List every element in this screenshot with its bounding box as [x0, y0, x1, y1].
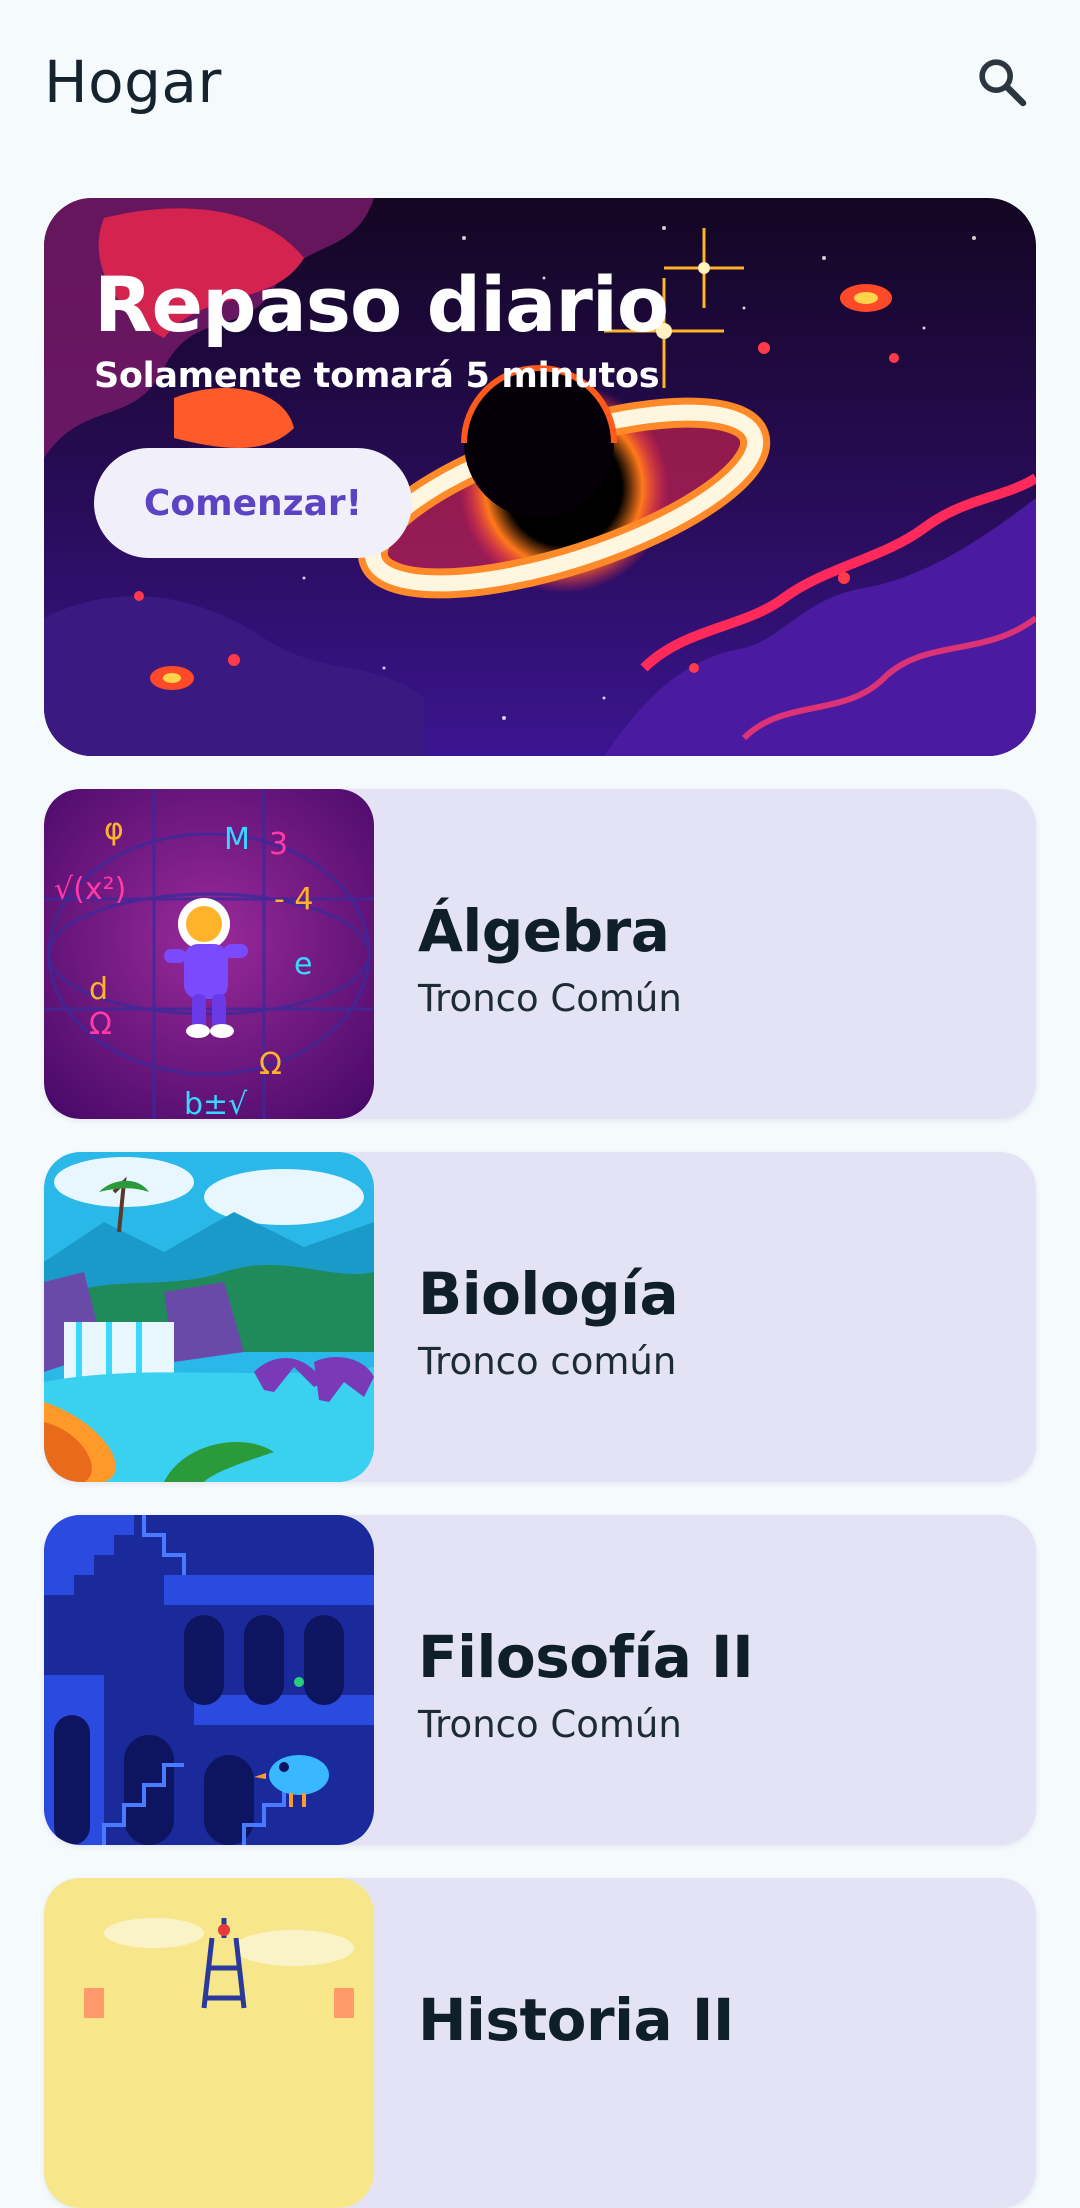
- search-icon: [979, 59, 1027, 107]
- svg-text:Ω: Ω: [259, 1047, 282, 1082]
- course-card-algebra[interactable]: φ √(x²) - 4 e Ω Ω b±√ M 3 d Álgebra Tronco Co…: [44, 789, 1036, 1119]
- course-title: Biología: [418, 1260, 679, 1328]
- course-title: Álgebra: [418, 897, 670, 965]
- course-card-biologia[interactable]: Biología Tronco común: [44, 1152, 1036, 1482]
- svg-text:M: M: [224, 822, 250, 857]
- svg-text:3: 3: [269, 827, 288, 862]
- svg-text:- 4: - 4: [274, 882, 313, 917]
- svg-text:Ω: Ω: [89, 1007, 112, 1042]
- course-thumbnail: [44, 1515, 374, 1845]
- start-button[interactable]: Comenzar!: [94, 448, 412, 558]
- course-thumbnail: φ √(x²) - 4 e Ω Ω b±√ M 3 d: [44, 789, 374, 1119]
- course-title: Filosofía II: [418, 1623, 754, 1691]
- course-subtitle: Tronco Común: [418, 977, 682, 1020]
- svg-text:d: d: [89, 972, 108, 1007]
- course-card-filosofia[interactable]: Filosofía II Tronco Común: [44, 1515, 1036, 1845]
- escher-stairs-bird-illustration: [44, 1515, 374, 1845]
- course-title: Historia II: [418, 1986, 735, 2054]
- svg-text:e: e: [294, 947, 312, 982]
- app-bar: Hogar: [0, 0, 1080, 170]
- hero-subtitle: Solamente tomará 5 minutos: [94, 356, 660, 396]
- waterfall-dinosaur-illustration: [44, 1152, 374, 1482]
- svg-text:√(x²): √(x²): [54, 872, 126, 907]
- hero-title: Repaso diario: [94, 260, 669, 349]
- daily-review-card[interactable]: Repaso diario Solamente tomará 5 minutos…: [44, 198, 1036, 756]
- course-card-historia[interactable]: Historia II: [44, 1878, 1036, 2208]
- astronaut-math-illustration: φ √(x²) - 4 e Ω Ω b±√ M 3 d: [44, 789, 374, 1119]
- course-subtitle: Tronco Común: [418, 1703, 682, 1746]
- search-button[interactable]: [970, 50, 1034, 114]
- eiffel-tower-illustration: [44, 1878, 374, 2208]
- svg-text:b±√: b±√: [184, 1087, 248, 1119]
- page-title: Hogar: [44, 48, 222, 116]
- course-thumbnail: [44, 1152, 374, 1482]
- course-subtitle: Tronco común: [418, 1340, 677, 1383]
- svg-text:φ: φ: [104, 812, 124, 847]
- course-thumbnail: [44, 1878, 374, 2208]
